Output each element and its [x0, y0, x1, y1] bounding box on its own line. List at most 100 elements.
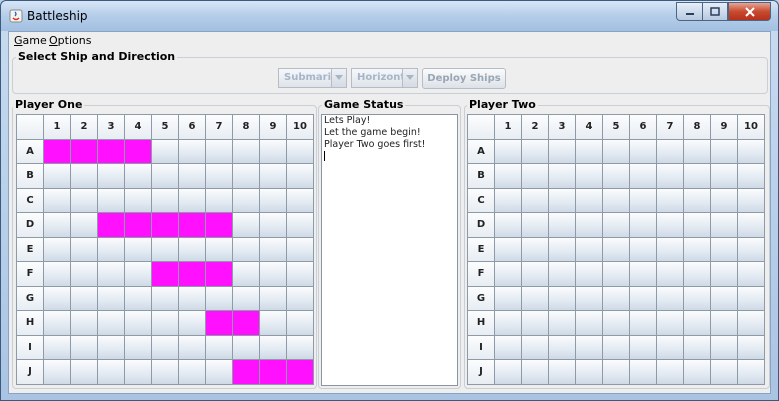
player-two-grid-cell[interactable]: [548, 163, 576, 189]
player-one-grid-cell[interactable]: [43, 236, 71, 262]
player-two-grid-cell[interactable]: [710, 285, 738, 311]
player-one-grid-cell[interactable]: [70, 285, 98, 311]
player-one-grid-cell[interactable]: [43, 261, 71, 287]
player-two-grid-cell[interactable]: [602, 334, 630, 360]
player-one-grid-cell[interactable]: [97, 359, 125, 385]
close-button[interactable]: [728, 2, 771, 21]
player-two-grid-cell[interactable]: [521, 187, 549, 213]
player-two-grid-cell[interactable]: [494, 261, 522, 287]
player-one-grid-cell[interactable]: [151, 261, 179, 287]
player-one-grid-cell[interactable]: [286, 212, 314, 238]
player-two-grid-cell[interactable]: [575, 212, 603, 238]
player-one-grid-cell[interactable]: [43, 334, 71, 360]
minimize-button[interactable]: [676, 2, 702, 21]
player-two-grid-cell[interactable]: [575, 163, 603, 189]
player-one-grid-cell[interactable]: [205, 236, 233, 262]
menu-game[interactable]: Game: [14, 34, 47, 47]
player-two-grid-cell[interactable]: [683, 138, 711, 164]
player-two-grid-cell[interactable]: [656, 285, 684, 311]
player-one-grid-cell[interactable]: [151, 138, 179, 164]
player-two-grid-cell[interactable]: [683, 334, 711, 360]
player-one-grid-cell[interactable]: [205, 261, 233, 287]
player-one-grid-cell[interactable]: [178, 261, 206, 287]
player-one-grid-cell[interactable]: [286, 236, 314, 262]
player-two-grid-cell[interactable]: [494, 212, 522, 238]
player-one-grid-cell[interactable]: [259, 359, 287, 385]
player-two-grid-cell[interactable]: [737, 138, 765, 164]
player-two-grid-cell[interactable]: [602, 138, 630, 164]
player-two-grid-cell[interactable]: [656, 212, 684, 238]
player-one-grid-cell[interactable]: [70, 261, 98, 287]
player-one-grid-cell[interactable]: [232, 359, 260, 385]
player-two-grid-cell[interactable]: [737, 261, 765, 287]
player-one-grid-cell[interactable]: [232, 236, 260, 262]
player-one-grid-cell[interactable]: [151, 334, 179, 360]
player-one-grid-cell[interactable]: [97, 187, 125, 213]
player-two-grid-cell[interactable]: [494, 138, 522, 164]
player-one-grid-cell[interactable]: [124, 212, 152, 238]
player-one-grid-cell[interactable]: [286, 359, 314, 385]
player-one-grid-cell[interactable]: [232, 285, 260, 311]
player-two-grid-cell[interactable]: [683, 310, 711, 336]
player-two-grid-cell[interactable]: [629, 187, 657, 213]
direction-arrow[interactable]: [402, 69, 417, 87]
player-two-grid-cell[interactable]: [629, 138, 657, 164]
player-one-grid-cell[interactable]: [70, 236, 98, 262]
player-one-grid-cell[interactable]: [70, 163, 98, 189]
player-one-grid-cell[interactable]: [124, 236, 152, 262]
player-two-grid-cell[interactable]: [629, 212, 657, 238]
player-one-grid-cell[interactable]: [232, 138, 260, 164]
player-two-grid-cell[interactable]: [683, 236, 711, 262]
player-two-grid-cell[interactable]: [629, 285, 657, 311]
player-two-grid-cell[interactable]: [656, 187, 684, 213]
player-one-grid-cell[interactable]: [205, 212, 233, 238]
player-one-grid-cell[interactable]: [97, 236, 125, 262]
player-two-grid-cell[interactable]: [710, 236, 738, 262]
player-two-grid-cell[interactable]: [548, 334, 576, 360]
player-two-grid-cell[interactable]: [683, 359, 711, 385]
player-one-grid-cell[interactable]: [70, 359, 98, 385]
player-one-grid-cell[interactable]: [205, 138, 233, 164]
player-two-grid-cell[interactable]: [710, 359, 738, 385]
player-two-grid-cell[interactable]: [521, 334, 549, 360]
player-two-grid-cell[interactable]: [548, 212, 576, 238]
player-one-grid-cell[interactable]: [124, 187, 152, 213]
player-one-grid-cell[interactable]: [97, 212, 125, 238]
player-two-grid-cell[interactable]: [737, 212, 765, 238]
player-two-grid-cell[interactable]: [494, 359, 522, 385]
player-two-grid-cell[interactable]: [548, 261, 576, 287]
player-one-grid-cell[interactable]: [205, 163, 233, 189]
player-two-grid-cell[interactable]: [710, 187, 738, 213]
player-two-grid-cell[interactable]: [521, 138, 549, 164]
player-one-grid-cell[interactable]: [151, 310, 179, 336]
player-two-grid-cell[interactable]: [710, 163, 738, 189]
player-two-grid-cell[interactable]: [683, 285, 711, 311]
player-two-grid-cell[interactable]: [602, 212, 630, 238]
player-two-grid-cell[interactable]: [656, 334, 684, 360]
player-two-grid-cell[interactable]: [710, 261, 738, 287]
player-two-grid-cell[interactable]: [629, 261, 657, 287]
player-one-grid-cell[interactable]: [286, 138, 314, 164]
menu-options[interactable]: Options: [49, 34, 91, 47]
player-one-grid-cell[interactable]: [205, 285, 233, 311]
player-two-grid-cell[interactable]: [656, 138, 684, 164]
player-one-grid-cell[interactable]: [97, 138, 125, 164]
player-one-grid-cell[interactable]: [205, 334, 233, 360]
player-one-grid-cell[interactable]: [286, 163, 314, 189]
player-one-grid-cell[interactable]: [232, 187, 260, 213]
player-one-grid-cell[interactable]: [205, 310, 233, 336]
player-one-grid-cell[interactable]: [259, 261, 287, 287]
player-two-grid-cell[interactable]: [494, 334, 522, 360]
player-one-grid-cell[interactable]: [151, 285, 179, 311]
player-two-grid-cell[interactable]: [548, 187, 576, 213]
player-one-grid-cell[interactable]: [124, 359, 152, 385]
player-two-grid-cell[interactable]: [494, 236, 522, 262]
player-one-grid-cell[interactable]: [178, 334, 206, 360]
player-one-grid-cell[interactable]: [259, 138, 287, 164]
player-one-grid-cell[interactable]: [97, 310, 125, 336]
player-one-grid-cell[interactable]: [286, 310, 314, 336]
player-two-grid-cell[interactable]: [521, 359, 549, 385]
player-one-grid-cell[interactable]: [178, 212, 206, 238]
player-one-grid-cell[interactable]: [43, 285, 71, 311]
player-one-grid-cell[interactable]: [124, 285, 152, 311]
